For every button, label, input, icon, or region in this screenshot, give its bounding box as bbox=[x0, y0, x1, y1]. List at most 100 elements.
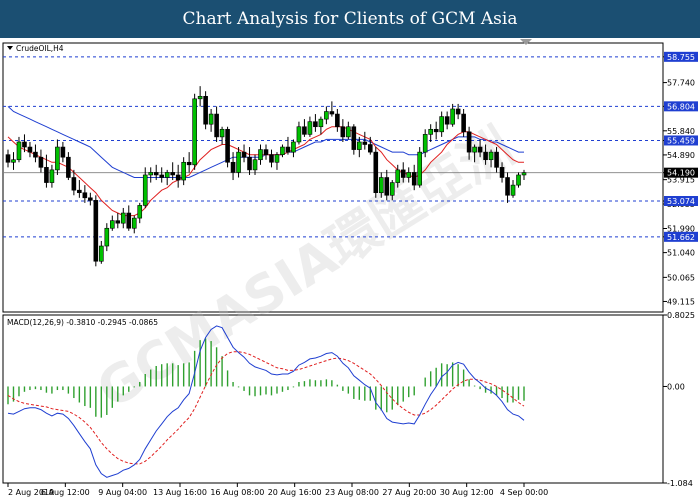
candle-body bbox=[230, 161, 236, 173]
candle-body bbox=[16, 141, 22, 161]
macd-tick-label: 0.8025 bbox=[667, 311, 695, 320]
price-tick-label: 50.065 bbox=[667, 273, 695, 282]
price-tick-label: 54.890 bbox=[667, 151, 695, 160]
macd-indicator bbox=[7, 325, 525, 478]
price-tick-label: 55.840 bbox=[667, 127, 695, 136]
candle-body bbox=[499, 167, 505, 178]
candle-body bbox=[77, 189, 82, 194]
level-label: 55.459 bbox=[667, 136, 695, 145]
candle-body bbox=[411, 172, 417, 186]
candle-body bbox=[395, 169, 401, 183]
candle-body bbox=[49, 169, 55, 183]
level-label: 56.804 bbox=[667, 102, 695, 111]
candle-body bbox=[142, 174, 148, 206]
candle-body bbox=[324, 111, 329, 120]
candle-body bbox=[66, 156, 71, 178]
symbol-label: CrudeOIL,H4 bbox=[16, 44, 64, 53]
candle-body bbox=[241, 151, 247, 158]
price-axis: 58.755 57.740 56.804 55.84055.459 54.890 54.1… bbox=[663, 53, 695, 306]
candle-body bbox=[400, 169, 406, 178]
price-tick-label: 57.740 bbox=[667, 79, 695, 88]
candle-body bbox=[450, 108, 455, 125]
candle-body bbox=[494, 151, 499, 168]
candle-body bbox=[313, 121, 318, 128]
candle-body bbox=[153, 172, 159, 176]
candle-body bbox=[389, 182, 395, 196]
candle-body bbox=[422, 134, 428, 153]
time-tick-label: 30 Aug 12:00 bbox=[440, 488, 494, 497]
candle-body bbox=[483, 151, 488, 161]
candle-body bbox=[71, 177, 77, 191]
time-axis: 2 Aug 20196 Aug 12:00 9 Aug 04:00 13 Aug 1… bbox=[7, 483, 548, 497]
candle-body bbox=[329, 111, 335, 115]
candle-body bbox=[428, 128, 433, 135]
candle-body bbox=[378, 177, 384, 194]
candle-body bbox=[181, 161, 186, 181]
candle-body bbox=[159, 174, 165, 178]
candle-body bbox=[137, 205, 143, 219]
candle-body bbox=[93, 200, 99, 262]
time-tick-label: 20 Aug 16:00 bbox=[268, 488, 322, 497]
candle-body bbox=[505, 177, 510, 196]
candle-body bbox=[104, 227, 110, 247]
candle-body bbox=[285, 146, 291, 153]
candle-body bbox=[417, 151, 423, 186]
candle-body bbox=[126, 212, 132, 229]
candle-body bbox=[203, 95, 208, 125]
candle-body bbox=[296, 126, 302, 143]
candle-body bbox=[225, 128, 230, 163]
macd-axis: 0.8025 0.00 -1.084 bbox=[663, 311, 695, 488]
candle-body bbox=[362, 141, 368, 145]
candle-body bbox=[60, 146, 66, 158]
candle-body bbox=[269, 154, 274, 163]
symbol-arrow-icon bbox=[7, 46, 13, 50]
candle-body bbox=[406, 172, 412, 178]
candle-body bbox=[274, 154, 280, 163]
candle-body bbox=[5, 154, 11, 163]
candle-body bbox=[214, 113, 219, 138]
macd-tick-label: 0.00 bbox=[667, 382, 685, 391]
candle-body bbox=[247, 156, 252, 171]
candle-body bbox=[488, 151, 494, 161]
candle-body bbox=[455, 108, 461, 115]
time-tick-label: 13 Aug 16:00 bbox=[153, 488, 207, 497]
candle-body bbox=[22, 141, 27, 148]
candle-body bbox=[33, 151, 38, 158]
candle-body bbox=[280, 146, 285, 155]
candle-body bbox=[340, 126, 346, 138]
candle-body bbox=[258, 149, 263, 161]
candle-body bbox=[148, 172, 154, 176]
candle-body bbox=[472, 146, 477, 153]
candle-body bbox=[175, 174, 181, 181]
time-tick-label: 6 Aug 12:00 bbox=[41, 488, 90, 497]
time-tick-label: 9 Aug 04:00 bbox=[98, 488, 147, 497]
current-price-label: 54.190 bbox=[667, 169, 695, 178]
candle-body bbox=[521, 172, 527, 176]
candle-body bbox=[433, 128, 439, 133]
candle-body bbox=[219, 128, 225, 138]
level-label: 53.074 bbox=[667, 197, 695, 206]
candle-body bbox=[357, 141, 362, 150]
price-tick-label: 49.115 bbox=[667, 297, 695, 306]
candle-body bbox=[208, 113, 214, 125]
candle-body bbox=[510, 184, 516, 196]
candle-body bbox=[466, 131, 472, 153]
chart-shift-marker bbox=[520, 39, 532, 45]
candle-body bbox=[120, 212, 126, 224]
candle-body bbox=[115, 220, 121, 224]
candle-body bbox=[384, 177, 390, 196]
candle-body bbox=[192, 98, 197, 166]
candle-body bbox=[82, 192, 88, 199]
candle-body bbox=[44, 167, 49, 183]
time-tick-label: 23 Aug 08:00 bbox=[325, 488, 379, 497]
candle-body bbox=[38, 156, 44, 168]
macd-label: MACD(12,26,9) -0.3810 -0.2945 -0.0865 bbox=[7, 318, 158, 327]
candle-body bbox=[55, 146, 60, 171]
candle-body bbox=[373, 151, 379, 194]
candle-body bbox=[461, 113, 466, 133]
candle-body bbox=[197, 95, 203, 100]
candle-body bbox=[367, 144, 373, 153]
candle-body bbox=[302, 126, 307, 135]
trading-chart[interactable]: GCMASIA環匯亞洲 CrudeOIL,H4 58.75557.74056.8… bbox=[0, 0, 700, 500]
candle-body bbox=[263, 149, 269, 155]
